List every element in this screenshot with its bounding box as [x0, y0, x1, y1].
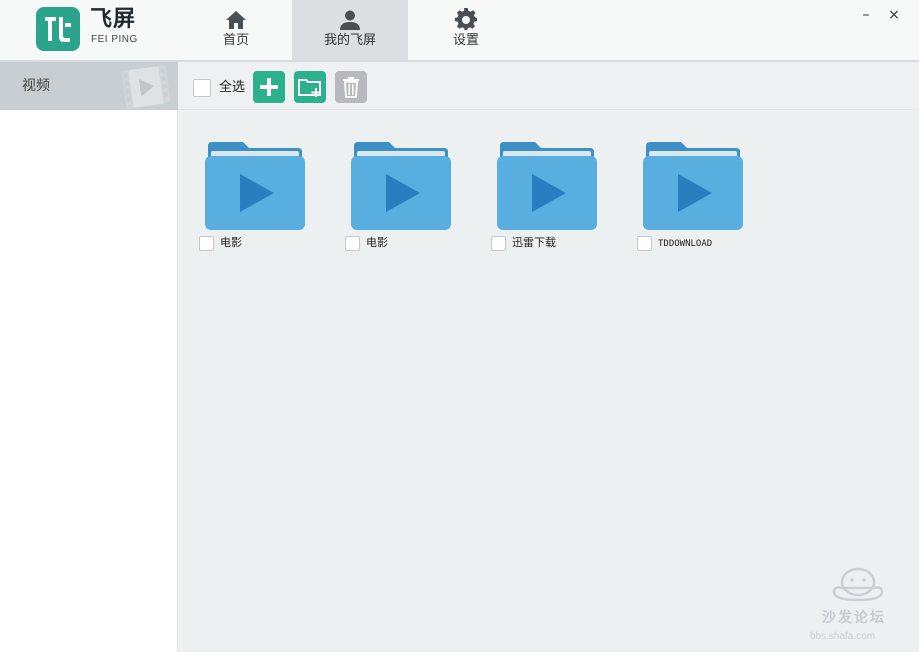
video-folder-icon: [643, 142, 743, 230]
app-logo: [36, 7, 80, 51]
folder-checkbox[interactable]: [637, 236, 652, 251]
folder-item[interactable]: 电影: [345, 140, 451, 252]
folder-checkbox[interactable]: [199, 236, 214, 251]
plus-icon: [260, 78, 278, 96]
trash-icon: [343, 77, 359, 98]
add-button[interactable]: [253, 71, 285, 103]
home-icon: [226, 11, 246, 29]
new-folder-icon: [298, 79, 321, 97]
folder-name: TDDOWNLOAD: [658, 239, 713, 249]
content-area: 全选 电影 电影 迅雷下载 TDDOWNLOAD: [178, 62, 919, 652]
select-all-label: 全选: [219, 80, 246, 95]
new-folder-button[interactable]: [294, 71, 326, 103]
sidebar-item-label: 视频: [22, 78, 50, 94]
gear-icon: [454, 8, 477, 31]
feiping-logo-icon: [45, 17, 71, 42]
video-folder-icon: [205, 142, 305, 230]
folder-item[interactable]: TDDOWNLOAD: [637, 140, 743, 252]
minimize-button[interactable]: –: [856, 6, 876, 24]
title-bar: 飞屏 FEI PING 首页 我的飞屏 设置 – ×: [0, 0, 919, 62]
app-name-en: FEI PING: [91, 34, 138, 45]
delete-button[interactable]: [335, 71, 367, 103]
user-icon: [340, 10, 360, 30]
tab-home-label: 首页: [222, 33, 249, 48]
tab-my-feiping-label: 我的飞屏: [323, 33, 376, 48]
folder-checkbox[interactable]: [491, 236, 506, 251]
app-name: 飞屏: [90, 7, 137, 32]
tab-my-feiping[interactable]: 我的飞屏: [292, 0, 408, 60]
video-folder-icon: [351, 142, 451, 230]
video-folder-icon: [497, 142, 597, 230]
film-icon: [121, 65, 171, 109]
tab-settings-label: 设置: [452, 33, 479, 48]
select-all-checkbox[interactable]: [193, 79, 211, 97]
toolbar: 全选: [178, 62, 919, 110]
folder-name: 迅雷下载: [512, 236, 556, 249]
tab-settings[interactable]: 设置: [408, 0, 524, 60]
folder-item[interactable]: 迅雷下载: [491, 140, 597, 252]
tab-home[interactable]: 首页: [178, 0, 294, 60]
sidebar: 视频: [0, 62, 178, 652]
folder-name: 电影: [366, 236, 388, 249]
folder-name: 电影: [220, 236, 242, 249]
close-button[interactable]: ×: [884, 6, 904, 24]
folder-checkbox[interactable]: [345, 236, 360, 251]
sidebar-item-video[interactable]: 视频: [0, 62, 178, 110]
folder-item[interactable]: 电影: [199, 140, 305, 252]
